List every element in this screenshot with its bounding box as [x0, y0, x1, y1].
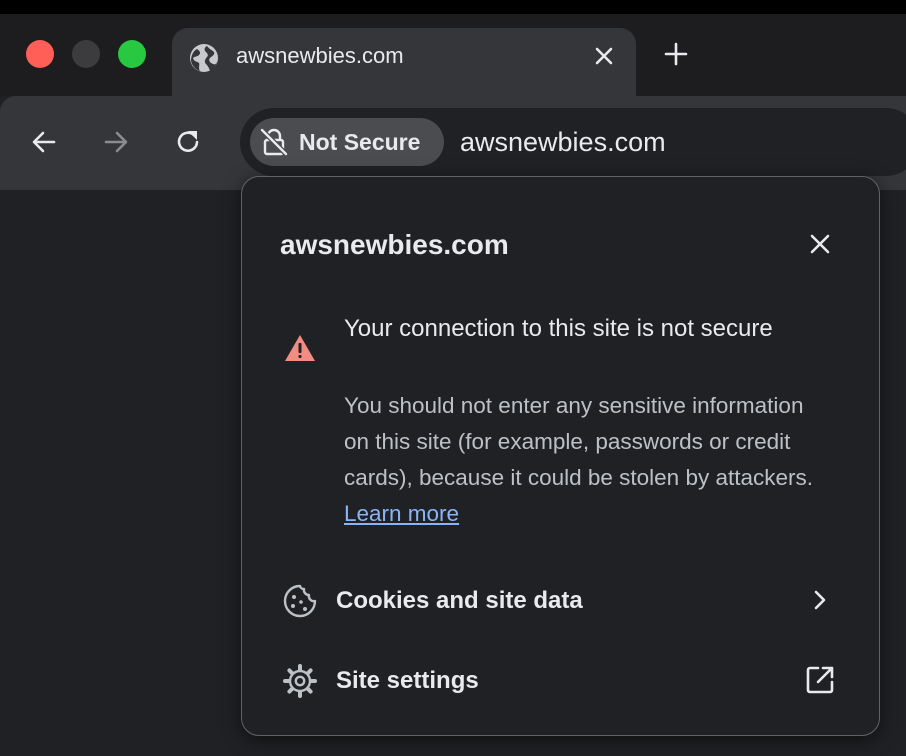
warning-heading: Your connection to this site is not secu… — [344, 315, 773, 342]
plus-icon[interactable] — [660, 38, 692, 70]
window-close-button[interactable] — [26, 40, 54, 68]
not-secure-lock-icon — [260, 128, 288, 156]
arrow-left-icon[interactable] — [28, 126, 60, 158]
close-icon[interactable] — [590, 42, 618, 70]
cookies-row-label: Cookies and site data — [336, 587, 583, 614]
security-chip-label: Not Secure — [299, 129, 421, 155]
chevron-right-icon — [814, 590, 826, 610]
browser-window: awsnewbies.com Not Secure awsnewbies.com… — [0, 0, 906, 756]
cookie-icon — [283, 584, 317, 618]
url-text[interactable]: awsnewbies.com — [460, 124, 666, 160]
learn-more-link[interactable]: Learn more — [344, 501, 459, 526]
external-link-icon — [806, 666, 834, 694]
site-settings-row-label: Site settings — [336, 667, 479, 694]
close-icon[interactable] — [804, 228, 836, 260]
warning-body: You should not enter any sensitive infor… — [344, 388, 834, 532]
popup-title: awsnewbies.com — [280, 229, 509, 260]
arrow-right-icon[interactable] — [100, 126, 132, 158]
gear-icon — [283, 664, 317, 698]
warning-triangle-icon — [285, 335, 315, 361]
reload-icon[interactable] — [172, 126, 204, 158]
screen-top-edge — [0, 0, 906, 14]
tab-title: awsnewbies.com — [236, 43, 404, 68]
warning-body-text: You should not enter any sensitive infor… — [344, 393, 813, 490]
window-zoom-button[interactable] — [118, 40, 146, 68]
window-minimize-button[interactable] — [72, 40, 100, 68]
globe-icon — [190, 44, 218, 72]
